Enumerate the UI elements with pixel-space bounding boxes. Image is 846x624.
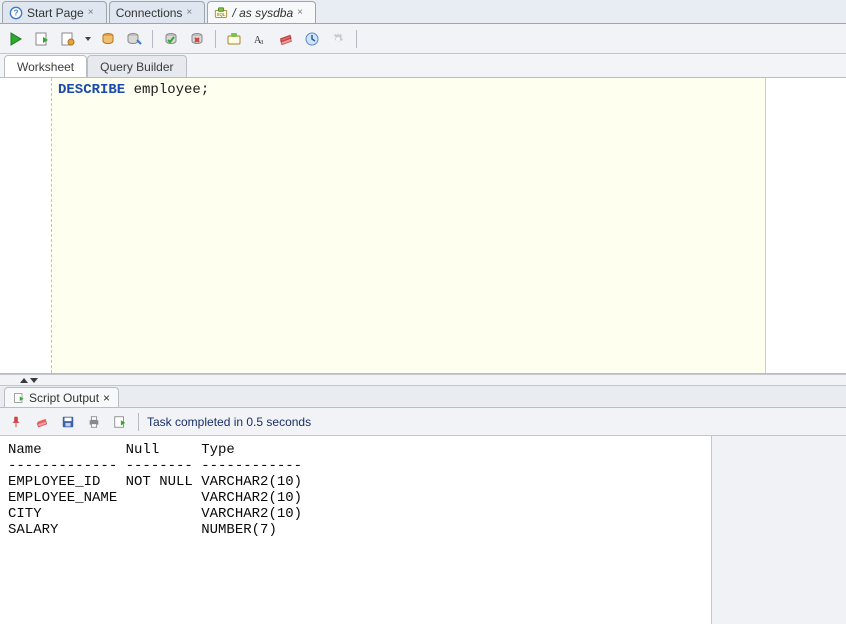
run-statement-button[interactable] — [6, 29, 26, 49]
close-icon[interactable]: × — [88, 8, 98, 18]
tab-worksheet[interactable]: Worksheet — [4, 55, 87, 77]
run-build-button[interactable] — [110, 412, 130, 432]
script-output-text[interactable]: Name Null Type ------------- -------- --… — [0, 436, 712, 624]
svg-text:SQL: SQL — [217, 12, 226, 17]
svg-text:?: ? — [14, 8, 19, 17]
autotrace-button[interactable] — [98, 29, 118, 49]
file-tabs: ? Start Page × Connections × SQL / as sy… — [0, 0, 846, 24]
tab-label: Start Page — [27, 6, 84, 20]
script-output-icon — [13, 392, 25, 404]
tab-worksheet-sysdba[interactable]: SQL / as sysdba × — [207, 1, 316, 23]
sql-editor[interactable]: DESCRIBE employee; — [52, 78, 766, 373]
tab-connections[interactable]: Connections × — [109, 1, 206, 23]
task-status-text: Task completed in 0.5 seconds — [147, 415, 311, 429]
code-rest: employee; — [125, 82, 209, 98]
chevron-up-icon — [20, 378, 28, 383]
editor-gutter — [0, 78, 52, 373]
explain-plan-button[interactable] — [58, 29, 78, 49]
sql-history-button[interactable] — [302, 29, 322, 49]
editor-area: DESCRIBE employee; — [0, 78, 846, 374]
output-toolbar: Task completed in 0.5 seconds — [0, 408, 846, 436]
results-right-gutter — [712, 436, 846, 624]
panel-tab-label: Script Output — [29, 391, 99, 405]
tab-start-page[interactable]: ? Start Page × — [2, 1, 107, 23]
clear-button[interactable] — [276, 29, 296, 49]
tab-script-output[interactable]: Script Output × — [4, 387, 119, 407]
close-icon[interactable]: × — [297, 8, 307, 18]
to-upper-lower-button[interactable]: Aa — [250, 29, 270, 49]
editor-right-margin — [766, 78, 846, 373]
rollback-button[interactable] — [187, 29, 207, 49]
chevron-down-icon — [30, 378, 38, 383]
sql-icon: SQL — [214, 6, 228, 20]
tab-label: Connections — [116, 6, 183, 20]
pin-button[interactable] — [6, 412, 26, 432]
results-area: Name Null Type ------------- -------- --… — [0, 436, 846, 624]
run-script-button[interactable] — [32, 29, 52, 49]
sql-tuning-button[interactable] — [124, 29, 144, 49]
toolbar-separator — [138, 413, 139, 431]
output-tabs: Script Output × — [0, 386, 846, 408]
commit-button[interactable] — [161, 29, 181, 49]
close-icon[interactable]: × — [186, 8, 196, 18]
toolbar-separator — [215, 30, 216, 48]
editor-tabs: Worksheet Query Builder — [0, 54, 846, 78]
tab-label: / as sysdba — [232, 6, 293, 20]
tab-query-builder[interactable]: Query Builder — [87, 55, 186, 77]
pane-splitter[interactable] — [0, 374, 846, 386]
clear-output-button[interactable] — [32, 412, 52, 432]
toolbar-separator — [356, 30, 357, 48]
toolbar-separator — [152, 30, 153, 48]
code-keyword: DESCRIBE — [58, 82, 125, 98]
svg-text:a: a — [260, 37, 264, 46]
help-icon: ? — [9, 6, 23, 20]
print-output-button[interactable] — [84, 412, 104, 432]
settings-button[interactable] — [328, 29, 348, 49]
unshared-worksheet-button[interactable] — [224, 29, 244, 49]
dropdown-icon[interactable] — [84, 35, 92, 43]
main-toolbar: Aa — [0, 24, 846, 54]
close-icon[interactable]: × — [103, 391, 110, 405]
save-output-button[interactable] — [58, 412, 78, 432]
